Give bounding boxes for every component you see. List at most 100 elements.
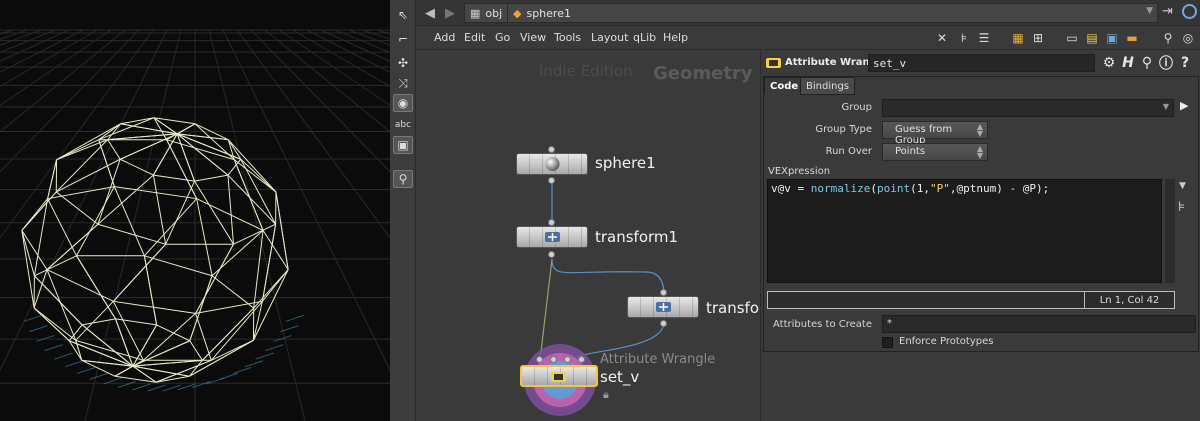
hda-help-icon[interactable]: H	[1120, 55, 1136, 71]
select-tool-icon[interactable]: ⇖	[393, 6, 413, 24]
bundle-icon[interactable]: ▬	[1124, 30, 1140, 46]
grid-icon[interactable]: ⊞	[1030, 30, 1046, 46]
background-image-icon[interactable]: ▣	[1104, 30, 1120, 46]
back-arrow-icon[interactable]: ◀	[422, 5, 438, 21]
enforce-prototypes-label: Enforce Prototypes	[899, 336, 994, 347]
search-icon[interactable]: ⚲	[1160, 30, 1176, 46]
breadcrumb-label: obj	[485, 6, 503, 20]
sphere-wire-edge	[189, 275, 213, 341]
group-type-label: Group Type	[815, 124, 872, 135]
sticky-note-icon[interactable]: ▤	[1084, 30, 1100, 46]
tab-code[interactable]: Code	[764, 77, 805, 95]
menu-tools[interactable]: Tools	[554, 31, 581, 44]
network-box-icon[interactable]: ▭	[1064, 30, 1080, 46]
normal-hint	[65, 360, 84, 368]
vex-code-editor[interactable]: v@v = normalize(point(1,"P",@ptnum) - @P…	[767, 179, 1162, 283]
normal-hint	[29, 325, 48, 333]
visibility-icon[interactable]: ◎	[1180, 30, 1196, 46]
viewport-canvas[interactable]	[0, 0, 390, 421]
grid-line	[348, 29, 390, 46]
input-connector[interactable]	[550, 356, 557, 363]
node-sphere1[interactable]	[516, 153, 588, 175]
output-connector[interactable]	[660, 320, 667, 327]
gear-icon[interactable]: ⚙	[1101, 55, 1117, 71]
sphere-wire-edge	[196, 198, 213, 276]
menu-help[interactable]: Help	[663, 31, 688, 44]
menu-view[interactable]: View	[520, 31, 546, 44]
node-transform1[interactable]	[516, 226, 588, 248]
sphere-wire-edge	[112, 301, 144, 361]
houdini-window: ⇖ ⌐ ✣ ⤨ ◉ abc ▣ ⚲ ◀ ▶ ▦ obj ◆ sphere1 ▼ …	[0, 0, 1200, 421]
search-icon[interactable]: ⚲	[1139, 55, 1155, 71]
color-palette-icon[interactable]: ▦	[1010, 30, 1026, 46]
tools-icon[interactable]: ✕	[934, 30, 950, 46]
wrangle-icon	[551, 372, 566, 382]
sphere-wire-edge	[115, 318, 157, 326]
node-set-v[interactable]	[520, 365, 598, 387]
menu-qlib[interactable]: qLib	[633, 31, 656, 44]
forward-arrow-icon[interactable]: ▶	[442, 5, 458, 21]
menu-edit[interactable]: Edit	[464, 31, 485, 44]
expand-icon[interactable]: ▼	[1179, 181, 1186, 191]
normal-hint	[244, 360, 263, 368]
input-connector[interactable]	[548, 146, 555, 153]
pose-tool-icon[interactable]: ⤨	[393, 74, 413, 92]
group-type-menu[interactable]: Guess from Group ▲ ▼	[882, 121, 988, 146]
enforce-prototypes-checkbox[interactable]	[882, 337, 893, 348]
breadcrumb-label: sphere1	[526, 6, 571, 20]
list-view-icon[interactable]: ☰	[976, 30, 992, 46]
input-connector[interactable]	[578, 356, 585, 363]
lock-icon[interactable]: 🔒︎	[603, 388, 609, 402]
group-field[interactable]: ▼	[882, 99, 1174, 117]
wire-transform1-transform2[interactable]	[551, 258, 665, 296]
normal-hint	[132, 383, 151, 391]
input-connector[interactable]	[564, 356, 571, 363]
tab-bindings[interactable]: Bindings	[800, 77, 855, 95]
sphere-wire-edge	[189, 340, 203, 361]
scene-viewport[interactable]	[0, 0, 390, 421]
sphere-wire-edge	[211, 230, 264, 277]
node-transform2[interactable]	[627, 296, 699, 318]
node-label-set-v: set_v	[600, 368, 640, 386]
help-icon[interactable]: ?	[1177, 55, 1193, 71]
node-label-transform2: transfor	[706, 299, 760, 317]
input-connector[interactable]	[548, 219, 555, 226]
menu-layout[interactable]: Layout	[591, 31, 628, 44]
param-box: Code Bindings Group ▼ ▶ Group Type Guess…	[763, 76, 1199, 352]
marker-tool-icon[interactable]: ⚲	[393, 170, 413, 188]
text-tool-label[interactable]: abc	[393, 116, 413, 134]
input-connector[interactable]	[660, 289, 667, 296]
normal-hint	[117, 381, 137, 388]
breadcrumb-obj[interactable]: ▦ obj	[464, 3, 509, 23]
output-connector[interactable]	[548, 177, 555, 184]
parameter-pane: Attribute Wrangle set_v ⚙ H ⚲ ⓘ ? Code B…	[760, 50, 1200, 421]
edge-tool-icon[interactable]: ⌐	[393, 30, 413, 48]
menu-add[interactable]: Add	[434, 31, 455, 44]
handle-tool-icon[interactable]: ✣	[393, 54, 413, 72]
node-name-field[interactable]: set_v	[868, 54, 1095, 72]
path-dropdown-icon[interactable]: ▼	[1146, 6, 1153, 16]
info-icon[interactable]: ⓘ	[1158, 55, 1174, 72]
code-status-bar: Ln 1, Col 42	[767, 291, 1175, 309]
input-connector[interactable]	[536, 356, 543, 363]
sphere-wire-edge	[253, 230, 264, 309]
group-dropdown-icon[interactable]: ▼	[1163, 102, 1169, 111]
image-tool-icon[interactable]: ▣	[393, 136, 413, 154]
brush-tool-icon[interactable]: ◉	[393, 94, 413, 112]
normal-hint	[273, 334, 292, 342]
code-function: normalize	[810, 182, 871, 195]
pin-icon[interactable]: ⇥	[1162, 4, 1173, 19]
select-pointer-icon[interactable]: ▶	[1180, 99, 1188, 112]
menu-go[interactable]: Go	[495, 31, 510, 44]
globe-icon[interactable]	[1182, 4, 1197, 19]
attributes-to-create-field[interactable]: *	[882, 315, 1196, 333]
menu-arrows-icon: ▲ ▼	[976, 122, 983, 138]
run-over-menu[interactable]: Points ▲ ▼	[882, 143, 988, 161]
add-parameter-icon[interactable]: ⊧	[1178, 199, 1185, 215]
code-scrollbar[interactable]	[1165, 179, 1175, 283]
sphere-wire-edge	[107, 139, 121, 160]
tree-view-icon[interactable]: ⊧	[956, 30, 972, 46]
network-editor[interactable]: Indie Edition Geometry sphere1 transform…	[416, 50, 760, 421]
breadcrumb-sphere1[interactable]: ◆ sphere1 ▼	[507, 3, 1158, 23]
output-connector[interactable]	[548, 251, 555, 258]
